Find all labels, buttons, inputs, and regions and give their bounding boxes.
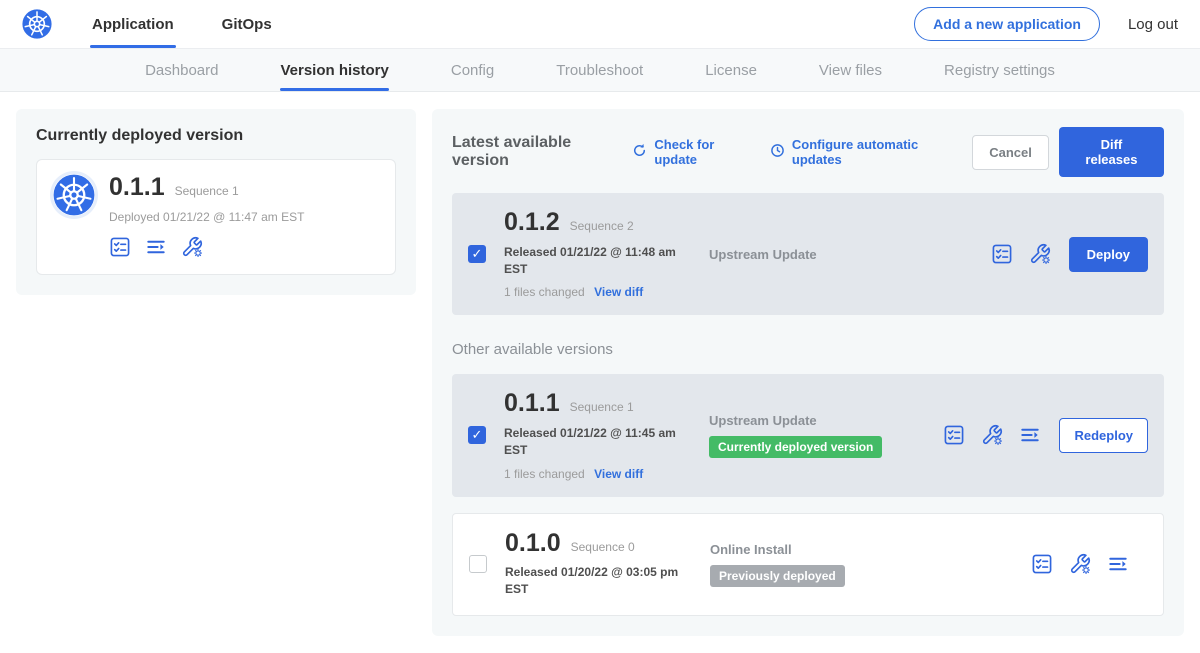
version-checkbox[interactable] xyxy=(469,555,487,573)
clock-icon xyxy=(769,142,786,162)
preflight-checklist-icon[interactable] xyxy=(1031,553,1053,575)
config-wrench-icon[interactable] xyxy=(1029,243,1051,265)
sequence-label: Sequence 2 xyxy=(570,219,634,233)
version-source: Upstream Update Currently deployed versi… xyxy=(709,413,924,458)
configure-automatic-updates-label: Configure automatic updates xyxy=(792,137,950,167)
configure-automatic-updates-link[interactable]: Configure automatic updates xyxy=(769,137,950,167)
diff-releases-button[interactable]: Diff releases xyxy=(1059,127,1164,177)
subnav-item-dashboard[interactable]: Dashboard xyxy=(145,49,218,91)
currently-deployed-panel: Currently deployed version 0.1.1 Sequenc… xyxy=(16,109,416,295)
top-navbar: Application GitOps Add a new application… xyxy=(0,0,1200,49)
nav-tab-application[interactable]: Application xyxy=(90,0,176,48)
deployed-version-card: 0.1.1 Sequence 1 Deployed 01/21/22 @ 11:… xyxy=(36,159,396,275)
release-notes-icon[interactable] xyxy=(145,236,167,258)
deployed-timestamp: Deployed 01/21/22 @ 11:47 am EST xyxy=(109,210,304,224)
version-number: 0.1.0 xyxy=(505,530,561,558)
preflight-checklist-icon[interactable] xyxy=(109,236,131,258)
deployed-actions xyxy=(109,236,304,258)
version-source: Upstream Update xyxy=(709,247,924,262)
view-diff-link[interactable]: View diff xyxy=(594,285,643,299)
deploy-button[interactable]: Deploy xyxy=(1069,237,1148,272)
released-timestamp: Released 01/21/22 @ 11:48 am EST xyxy=(504,244,692,279)
version-source: Online Install Previously deployed xyxy=(710,542,925,587)
source-label: Upstream Update xyxy=(709,413,817,428)
subnav-item-license[interactable]: License xyxy=(705,49,757,91)
redeploy-button[interactable]: Redeploy xyxy=(1059,418,1148,453)
files-changed-label: 1 files changed xyxy=(504,285,585,299)
config-wrench-icon[interactable] xyxy=(181,236,203,258)
navbar-spacer xyxy=(318,0,914,48)
check-for-update-link[interactable]: Check for update xyxy=(631,137,746,167)
kubernetes-logo-icon[interactable] xyxy=(22,0,52,48)
version-history-panel: Latest available version Check for updat… xyxy=(432,109,1184,636)
version-actions xyxy=(943,424,1041,446)
previously-deployed-badge: Previously deployed xyxy=(710,565,845,587)
subnav-item-registry-settings[interactable]: Registry settings xyxy=(944,49,1055,91)
preflight-checklist-icon[interactable] xyxy=(991,243,1013,265)
refresh-icon xyxy=(631,142,648,162)
version-info: 0.1.2 Sequence 2 Released 01/21/22 @ 11:… xyxy=(504,209,709,299)
check-for-update-label: Check for update xyxy=(654,137,746,167)
deployed-version-details: 0.1.1 Sequence 1 Deployed 01/21/22 @ 11:… xyxy=(109,174,304,258)
files-changed-label: 1 files changed xyxy=(504,467,585,481)
version-actions xyxy=(1031,553,1129,575)
main-content: Currently deployed version 0.1.1 Sequenc… xyxy=(0,92,1200,653)
source-label: Online Install xyxy=(710,542,792,557)
source-label: Upstream Update xyxy=(709,247,817,262)
subnav-item-troubleshoot[interactable]: Troubleshoot xyxy=(556,49,643,91)
subnav-item-config[interactable]: Config xyxy=(451,49,494,91)
logout-button[interactable]: Log out xyxy=(1128,16,1178,33)
version-number: 0.1.2 xyxy=(504,209,560,237)
currently-deployed-badge: Currently deployed version xyxy=(709,436,882,458)
config-wrench-icon[interactable] xyxy=(981,424,1003,446)
kubernetes-app-icon xyxy=(53,174,95,216)
version-checkbox[interactable] xyxy=(468,426,486,444)
cancel-button[interactable]: Cancel xyxy=(972,135,1049,170)
version-checkbox[interactable] xyxy=(468,245,486,263)
version-info: 0.1.0 Sequence 0 Released 01/20/22 @ 03:… xyxy=(505,530,710,599)
latest-version-header: Latest available version Check for updat… xyxy=(452,127,1164,177)
version-row: 0.1.2 Sequence 2 Released 01/21/22 @ 11:… xyxy=(452,193,1164,315)
view-diff-link[interactable]: View diff xyxy=(594,467,643,481)
subnav-item-view-files[interactable]: View files xyxy=(819,49,882,91)
released-timestamp: Released 01/21/22 @ 11:45 am EST xyxy=(504,425,692,460)
deployed-sequence-label: Sequence 1 xyxy=(175,184,239,198)
add-application-button[interactable]: Add a new application xyxy=(914,7,1100,41)
release-notes-icon[interactable] xyxy=(1019,424,1041,446)
nav-tab-gitops[interactable]: GitOps xyxy=(220,0,274,48)
released-timestamp: Released 01/20/22 @ 03:05 pm EST xyxy=(505,564,693,599)
config-wrench-icon[interactable] xyxy=(1069,553,1091,575)
latest-version-title: Latest available version xyxy=(452,134,613,170)
files-changed-line: 1 files changed View diff xyxy=(504,285,709,299)
sequence-label: Sequence 0 xyxy=(571,540,635,554)
sequence-label: Sequence 1 xyxy=(570,400,634,414)
version-info: 0.1.1 Sequence 1 Released 01/21/22 @ 11:… xyxy=(504,390,709,480)
release-notes-icon[interactable] xyxy=(1107,553,1129,575)
version-row: 0.1.0 Sequence 0 Released 01/20/22 @ 03:… xyxy=(452,513,1164,616)
deployed-version-number: 0.1.1 xyxy=(109,174,165,202)
files-changed-line: 1 files changed View diff xyxy=(504,467,709,481)
subnav-item-version-history[interactable]: Version history xyxy=(280,49,388,91)
version-actions xyxy=(991,243,1051,265)
app-subnav: Dashboard Version history Config Trouble… xyxy=(0,49,1200,92)
version-number: 0.1.1 xyxy=(504,390,560,418)
currently-deployed-title: Currently deployed version xyxy=(36,127,396,145)
other-versions-title: Other available versions xyxy=(452,341,1164,358)
preflight-checklist-icon[interactable] xyxy=(943,424,965,446)
version-row: 0.1.1 Sequence 1 Released 01/21/22 @ 11:… xyxy=(452,374,1164,496)
